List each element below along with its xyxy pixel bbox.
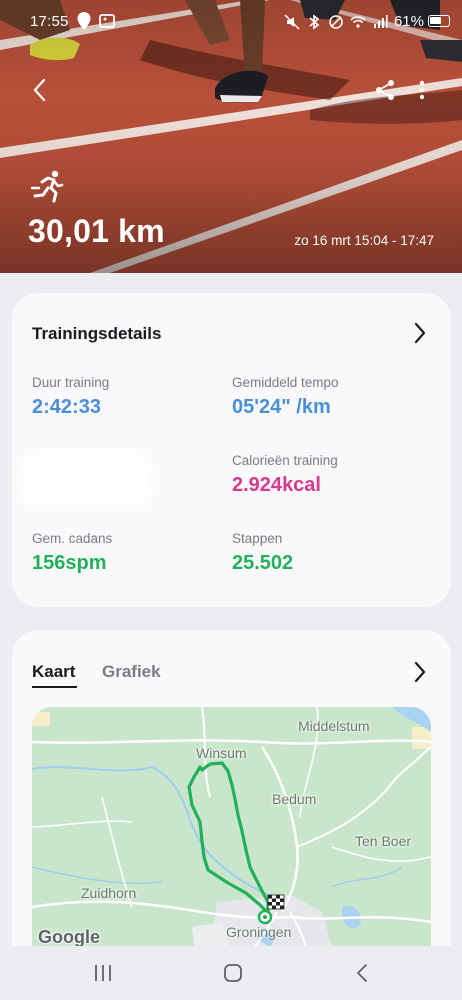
back-icon[interactable] [350, 960, 376, 986]
hero-header: 17:55 61% 30,01 km zo 16 mrt 15:04 - 17:… [0, 0, 462, 273]
cell-signal-icon [373, 14, 388, 28]
share-icon[interactable] [373, 78, 397, 102]
duration-value: 2:42:33 [32, 396, 101, 418]
calories-unit: kcal [282, 474, 321, 496]
redacted-area [30, 459, 142, 499]
running-person-icon [30, 170, 64, 203]
workout-distance: 30,01 km [28, 213, 165, 249]
map-card: Kaart Grafiek Middelstum Winsum Bedum Te… [12, 630, 451, 970]
pace-label: Gemiddeld tempo [232, 375, 339, 390]
workout-datetime: zo 16 mrt 15:04 - 17:47 [294, 233, 434, 248]
wifi-icon [350, 15, 366, 28]
battery-icon [428, 15, 450, 27]
calories-number: 2.924 [232, 474, 283, 496]
google-logo: Google [38, 927, 100, 947]
recent-apps-icon[interactable] [90, 960, 116, 986]
map-label-bedum: Bedum [272, 791, 317, 807]
status-time: 17:55 [30, 13, 69, 30]
chevron-left-icon[interactable] [28, 76, 52, 104]
location-icon [77, 12, 91, 30]
map-label-middelstum: Middelstum [298, 718, 370, 734]
tab-chart[interactable]: Grafiek [102, 662, 161, 682]
tab-map[interactable]: Kaart [32, 662, 75, 682]
map-label-groningen: Groningen [226, 924, 292, 940]
battery-percentage: 61% [393, 13, 424, 30]
card-title: Trainingsdetails [32, 324, 162, 343]
steps-label: Stappen [232, 531, 283, 546]
pace-value: 05'24" /km [232, 396, 331, 418]
cadence-value: 156spm [32, 552, 107, 575]
mute-icon [284, 13, 300, 30]
training-details-card[interactable]: Trainingsdetails Duur training 2:42:33 G… [12, 293, 451, 607]
cadence-unit: spm [65, 552, 107, 574]
map-label-ten-boer: Ten Boer [355, 833, 412, 849]
notification-icons [76, 11, 116, 31]
steps-value: 25.502 [232, 552, 294, 574]
bluetooth-icon [309, 13, 320, 30]
status-icons: 61% [284, 13, 424, 30]
cadence-label: Gem. cadans [32, 531, 113, 546]
chevron-right-icon[interactable] [412, 660, 428, 684]
cadence-number: 156 [32, 552, 66, 574]
system-navigation-bar [0, 946, 462, 1000]
chevron-right-icon[interactable] [412, 321, 428, 345]
finish-flag-icon [267, 894, 285, 910]
map-label-winsum: Winsum [196, 745, 247, 761]
duration-label: Duur training [32, 375, 110, 390]
calories-value: 2.924kcal [232, 474, 321, 497]
home-icon[interactable] [220, 960, 246, 986]
active-tab-indicator [32, 686, 77, 688]
calories-label: Calorieën training [232, 453, 338, 468]
route-map[interactable]: Middelstum Winsum Bedum Ten Boer Zuidhor… [32, 707, 431, 970]
map-label-zuidhorn: Zuidhorn [81, 885, 137, 901]
more-vertical-icon[interactable] [412, 78, 432, 102]
status-bar: 17:55 61% [0, 8, 462, 36]
gallery-icon [99, 14, 115, 28]
no-signal-icon [329, 14, 343, 29]
